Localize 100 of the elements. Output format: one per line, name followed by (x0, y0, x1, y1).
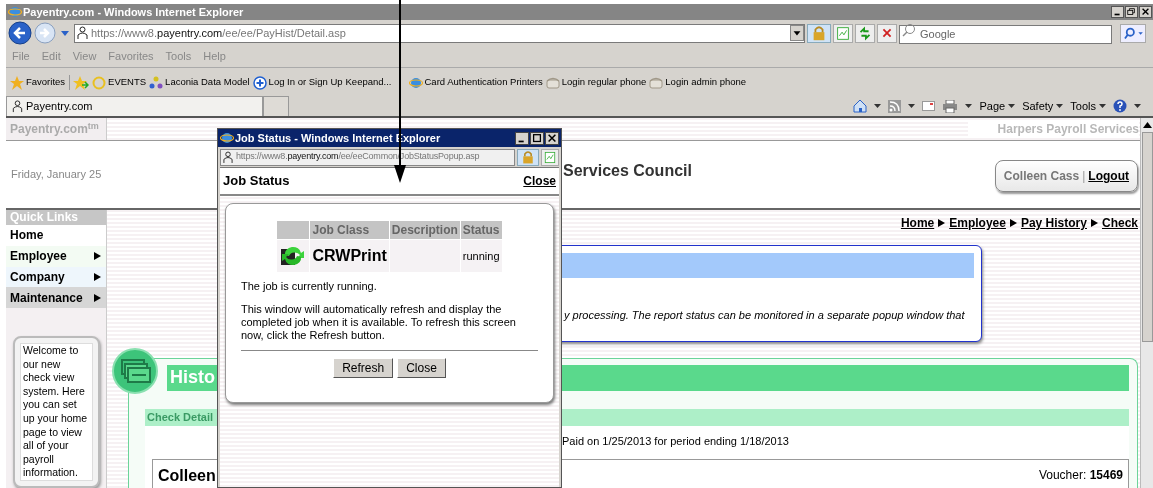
popup-title: Job Status - Windows Internet Explorer (235, 130, 441, 146)
column-header: Description (389, 221, 460, 239)
ring-icon (92, 75, 107, 90)
star-icon (10, 75, 24, 90)
nav-item[interactable]: Employee (6, 245, 106, 267)
person-icon (223, 150, 233, 164)
feed-icon[interactable] (888, 99, 902, 113)
scroll-thumb[interactable] (1141, 132, 1153, 342)
home-icon[interactable] (853, 99, 868, 113)
employee-name: Colleen (158, 466, 216, 486)
brand-logo: Payentry.com$^{tm}$ (6, 118, 107, 140)
submenu-arrow-icon (94, 293, 101, 302)
window-title: Payentry.com - Windows Internet Explorer (23, 4, 244, 20)
maximize-icon[interactable] (530, 131, 544, 145)
dialog-button[interactable]: Close (397, 357, 446, 378)
phone-icon (545, 76, 560, 89)
restore-icon[interactable] (1125, 6, 1138, 18)
pay-period-text: Paid on 1/25/2013 for period ending 1/18/2013 (562, 433, 790, 449)
company-name: Harpers Payroll Services (967, 120, 1139, 138)
favorites-link[interactable]: Laconia Data Model (149, 75, 250, 90)
nav-item[interactable]: Company (6, 266, 106, 288)
browser-e-icon (408, 75, 423, 90)
refresh-info: This window will automatically refresh and display the completed job when it is available. To refresh this screen now, click the Refresh button. (241, 302, 517, 342)
table-cell: running (460, 240, 502, 272)
command-menu[interactable]: Page (979, 97, 1016, 115)
logout-link[interactable]: Logout (1088, 167, 1129, 185)
history-title: Histo (169, 366, 215, 389)
minimize-icon[interactable] (515, 131, 529, 145)
dots-icon (149, 75, 164, 90)
favorites-button[interactable]: Favorites (10, 75, 71, 90)
close-link[interactable]: Close (523, 172, 556, 190)
header-cell (277, 221, 310, 239)
minimize-icon[interactable] (1111, 6, 1124, 18)
breadcrumb-arrow-icon (1009, 218, 1017, 227)
organization-title: Services Council (563, 161, 692, 181)
phone-icon (649, 76, 664, 89)
close-icon[interactable] (1139, 6, 1152, 18)
plus-circle-icon (252, 75, 267, 90)
caret-icon (1056, 104, 1064, 108)
favorites-link[interactable]: Keepand... (345, 75, 392, 90)
separator-text: | (1082, 168, 1086, 185)
breadcrumb-link[interactable]: Home (900, 213, 935, 232)
breadcrumb-link[interactable]: Employee (949, 213, 1006, 232)
breadcrumb-arrow-icon (1090, 218, 1098, 227)
user-name: Colleen Cass (1003, 168, 1080, 185)
welcome-text: Welcome to our new check view system. Here you can set up your home page to view all of your payroll information. (20, 343, 93, 481)
browser-e-icon (220, 131, 234, 145)
help-icon[interactable] (1113, 99, 1127, 113)
submenu-arrow-icon (94, 272, 101, 281)
stop-icon[interactable] (877, 23, 897, 43)
compatibility-icon[interactable] (833, 23, 853, 43)
caret-icon (965, 104, 973, 108)
caret-icon (908, 104, 916, 108)
dropdown-icon[interactable] (790, 25, 804, 41)
tab-title: Payentry.com (26, 99, 93, 115)
nav-item[interactable]: Maintenance (6, 287, 106, 309)
search-icon (902, 23, 916, 37)
refresh-icon[interactable] (855, 23, 875, 43)
caret-icon (1134, 104, 1141, 108)
column-header: Status (460, 221, 502, 239)
caret-icon (1008, 104, 1016, 108)
favorites-link[interactable]: Login regular phone (545, 75, 647, 90)
table-cell: CRWPrint (310, 240, 389, 272)
notice-text: y processing. The report status can be monitored in a separate popup window that (562, 307, 966, 323)
scrollbar[interactable] (1140, 118, 1153, 488)
scroll-up-icon[interactable] (1142, 122, 1152, 128)
breadcrumb-link[interactable]: Check (1101, 213, 1138, 232)
section-title: Check Detail (146, 409, 214, 425)
caret-icon (874, 104, 882, 108)
favorites-link[interactable]: EVENTS (92, 75, 147, 90)
close-icon[interactable] (545, 131, 559, 145)
browser-tab[interactable]: Payentry.com (6, 96, 263, 116)
favorites-link[interactable]: Card Authentication Printers (408, 75, 543, 90)
browser-e-icon (8, 5, 22, 19)
printer-icon[interactable] (942, 99, 959, 113)
voucher-number: Voucher: 15469 (1038, 467, 1123, 484)
submenu-arrow-icon (94, 252, 101, 261)
breadcrumb-link[interactable]: Pay History (1020, 213, 1087, 232)
command-menu[interactable]: Safety (1022, 97, 1064, 115)
breadcrumb-arrow-icon (938, 218, 946, 227)
popup-heading: Job Status (223, 172, 290, 191)
search-field[interactable]: Google (899, 24, 1112, 44)
favorites-link[interactable]: Log In or Sign Up (252, 75, 343, 90)
date-text: Friday, January 25 (11, 167, 102, 183)
table-cell (389, 240, 460, 272)
address-field[interactable]: https://www8.payentry.com/ee/ee/PayHist/Detail.asp (74, 23, 805, 43)
favorites-link[interactable]: Login admin phone (649, 75, 747, 90)
nav-item[interactable]: Home (6, 225, 106, 246)
money-stack-icon (112, 347, 158, 394)
back-button[interactable] (8, 21, 32, 45)
search-button[interactable] (1120, 23, 1146, 43)
person-icon (12, 100, 23, 113)
column-header: Job Class (310, 221, 389, 239)
status-message: The job is currently running. (241, 279, 378, 294)
caret-icon (1099, 104, 1106, 108)
mail-icon[interactable] (922, 101, 936, 111)
command-menu[interactable]: Tools (1070, 97, 1106, 115)
person-icon (77, 26, 88, 40)
dialog-button[interactable]: Refresh (333, 357, 394, 378)
quick-links-header: Quick Links (6, 210, 106, 225)
